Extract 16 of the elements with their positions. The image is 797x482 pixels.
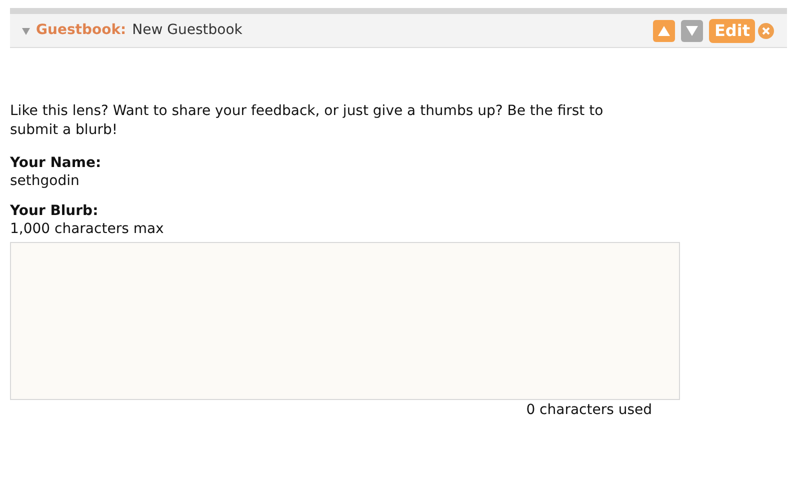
module-type: Guestbook: [36, 21, 126, 40]
collapse-triangle-icon[interactable] [22, 26, 30, 34]
name-label: Your Name: [10, 154, 102, 172]
blurb-label: Your Blurb: [10, 202, 100, 220]
module-name: New Guestbook [132, 21, 242, 40]
intro-text: Like this lens? Want to share your feedback, or just give a thumbs up? Be the first to submit a blurb! [10, 102, 604, 140]
up-triangle-icon [658, 26, 670, 36]
move-up-button[interactable] [653, 20, 676, 42]
edit-button[interactable]: Edit [709, 18, 755, 42]
blurb-hint: 1,000 characters max [10, 220, 165, 238]
blurb-field[interactable] [10, 242, 680, 400]
name-value: sethgodin [10, 172, 80, 190]
down-triangle-icon [686, 26, 698, 36]
character-counter: 0 characters used [525, 401, 653, 419]
move-down-button[interactable] [681, 20, 704, 42]
close-icon[interactable] [757, 22, 775, 40]
